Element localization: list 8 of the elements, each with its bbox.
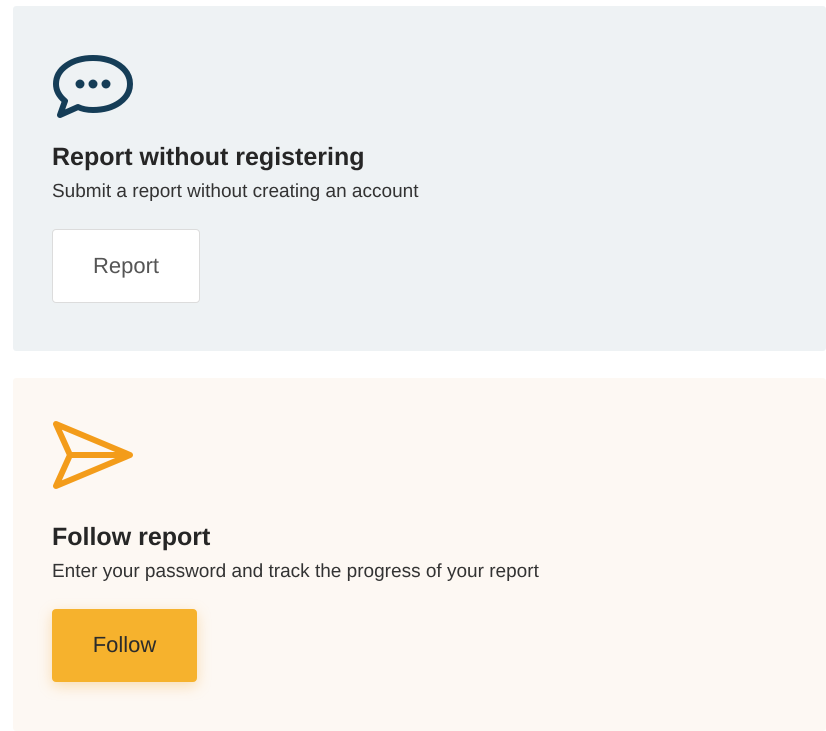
card-title: Follow report (52, 522, 212, 552)
card-description: Submit a report without creating an account (52, 180, 420, 204)
paper-plane-icon (52, 420, 134, 490)
card-description: Enter your password and track the progress of your report (52, 560, 540, 584)
report-button[interactable]: Report (52, 229, 200, 303)
chat-bubble-icon (52, 54, 134, 118)
card-title: Report without registering (52, 142, 366, 172)
follow-button[interactable]: Follow (52, 608, 197, 682)
